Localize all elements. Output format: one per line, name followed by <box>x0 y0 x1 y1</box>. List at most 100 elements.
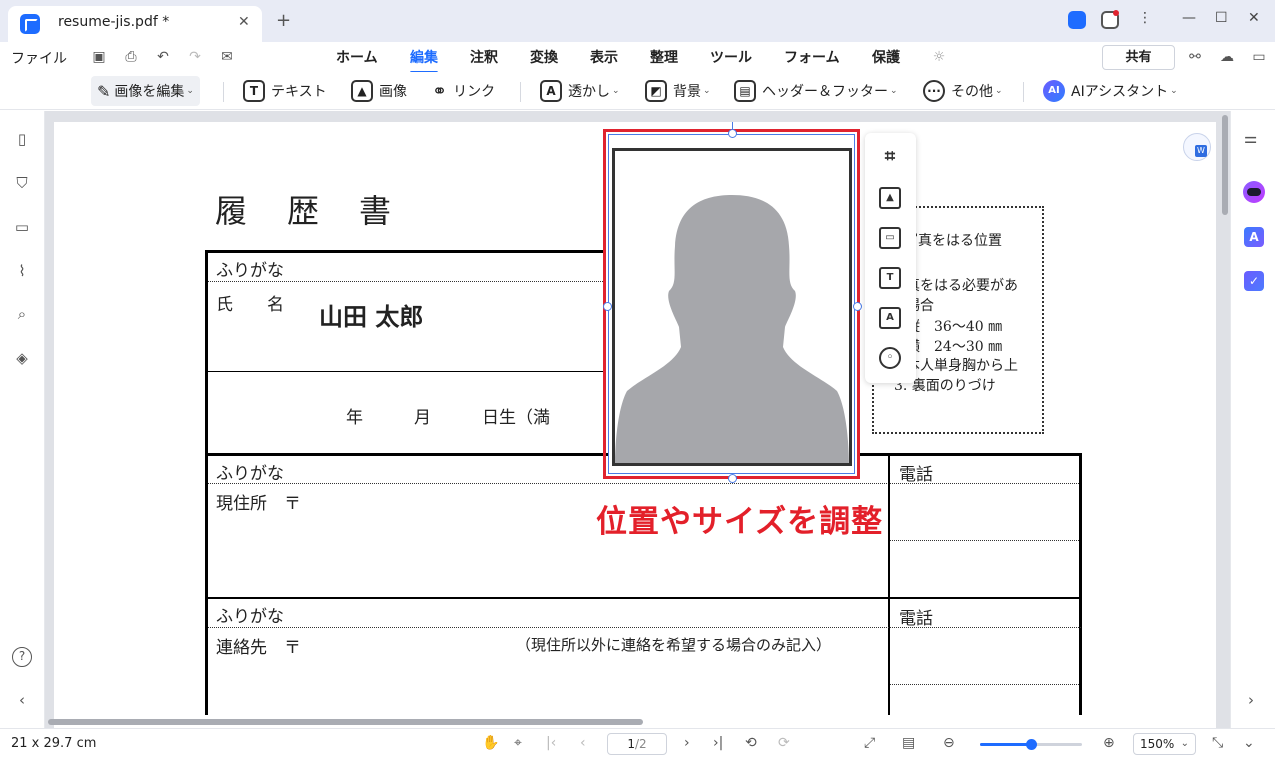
network-icon[interactable]: ⚯ <box>1186 48 1204 66</box>
crop-icon[interactable]: ⌗ <box>879 148 901 170</box>
document-tab[interactable]: resume-jis.pdf * ✕ <box>8 6 262 42</box>
fullscreen-icon[interactable]: ⤡ <box>1212 735 1223 751</box>
minimize-icon[interactable]: — <box>1182 10 1196 26</box>
panel-icon[interactable]: ▭ <box>1250 48 1268 66</box>
properties-icon[interactable]: ⚌ <box>1244 129 1257 147</box>
page-layout-icon[interactable]: ▤ <box>902 735 915 751</box>
rotate-page-icon[interactable]: ⟲ <box>745 735 757 751</box>
file-menu[interactable]: ファイル <box>11 48 67 68</box>
close-window-icon[interactable]: ✕ <box>1248 10 1260 26</box>
ocr-text-icon[interactable]: T <box>879 267 901 289</box>
first-page-icon[interactable]: |‹ <box>546 735 556 751</box>
zoom-slider-knob[interactable] <box>1026 739 1037 750</box>
select-tool-icon[interactable]: ⌖ <box>514 735 522 751</box>
zoom-select[interactable]: 150% ⌄ <box>1133 733 1196 755</box>
fit-page-icon[interactable]: ⟳ <box>778 735 790 751</box>
more-vertical-icon[interactable]: ⋮ <box>1138 10 1152 26</box>
vertical-scrollbar[interactable] <box>1222 115 1228 215</box>
undo-icon[interactable]: ↶ <box>154 48 172 66</box>
menu-comment[interactable]: 注釈 <box>470 47 498 67</box>
upload-icon[interactable]: ☁ <box>1218 48 1236 66</box>
previous-page-icon[interactable]: ‹ <box>580 735 586 751</box>
ai-robot-icon[interactable] <box>1243 181 1265 203</box>
zoom-slider[interactable] <box>980 739 1082 750</box>
zoom-in-icon[interactable]: ⊕ <box>1103 735 1115 751</box>
background-button[interactable]: ◩ 背景 ⌄ <box>645 76 711 106</box>
menu-organize[interactable]: 整理 <box>650 47 678 67</box>
resize-handle-left[interactable] <box>603 302 612 311</box>
page-size-label: 21 x 29.7 cm <box>11 736 97 751</box>
birth-date-line: 年 月 日生（満 <box>346 408 550 428</box>
resize-handle-top[interactable] <box>728 129 737 138</box>
menu-view[interactable]: 表示 <box>590 47 618 67</box>
zoom-out-icon[interactable]: ⊖ <box>943 735 955 751</box>
replace-image-icon[interactable]: ▲ <box>879 187 901 209</box>
expand-status-icon[interactable]: ⌄ <box>1243 735 1255 751</box>
dotted-divider <box>890 684 1079 685</box>
photo-note: 写真をはる位置 <box>904 233 1002 249</box>
dotted-divider <box>208 483 1081 484</box>
table-border <box>205 250 605 253</box>
last-page-icon[interactable]: ›| <box>713 735 723 751</box>
help-icon[interactable]: ? <box>12 647 32 667</box>
collapse-right-icon[interactable]: › <box>1248 691 1254 709</box>
new-tab-button[interactable]: + <box>276 10 291 31</box>
rotate-handle[interactable] <box>732 122 733 130</box>
page-number-field[interactable]: 1/2 <box>607 733 667 755</box>
close-tab-icon[interactable]: ✕ <box>238 14 250 30</box>
watermark-button[interactable]: A 透かし ⌄ <box>540 76 620 106</box>
redo-icon[interactable]: ↷ <box>186 48 204 66</box>
collapse-left-icon[interactable]: ‹ <box>12 691 32 711</box>
layers-icon[interactable]: ◈ <box>12 349 32 369</box>
edit-image-button[interactable]: ✎ 画像を編集 ⌄ <box>91 76 200 106</box>
watermark-icon: A <box>540 80 562 102</box>
menu-convert[interactable]: 変換 <box>530 47 558 67</box>
image-icon: ▲ <box>351 80 373 102</box>
zoom-slider-fill <box>980 743 1031 746</box>
next-page-icon[interactable]: › <box>684 735 690 751</box>
add-image-button[interactable]: ▲ 画像 <box>351 76 407 106</box>
menu-form[interactable]: フォーム <box>784 47 840 67</box>
more-tools-label: その他 <box>951 84 993 100</box>
menu-home[interactable]: ホーム <box>336 47 378 67</box>
translate-icon[interactable]: A <box>1244 227 1264 247</box>
lightbulb-icon[interactable]: ☼ <box>930 48 948 66</box>
horizontal-scrollbar[interactable] <box>48 719 643 725</box>
ai-assistant-button[interactable]: AI AIアシスタント ⌄ <box>1043 76 1178 106</box>
attachment-icon[interactable]: ⌇ <box>12 262 32 282</box>
bookmark-icon[interactable]: ⛉ <box>12 174 32 194</box>
print-icon[interactable]: ⎙ <box>122 48 140 66</box>
dotted-divider <box>890 540 1079 541</box>
menu-tools[interactable]: ツール <box>710 47 752 67</box>
comment-icon[interactable]: ▭ <box>12 218 32 238</box>
image-selection-highlight[interactable] <box>603 129 860 479</box>
mail-icon[interactable]: ✉ <box>218 48 236 66</box>
convert-word-icon[interactable]: W <box>1183 133 1211 161</box>
menu-protect[interactable]: 保護 <box>872 47 900 67</box>
resize-handle-right[interactable] <box>853 302 862 311</box>
current-page: 1 <box>627 737 635 751</box>
check-task-icon[interactable]: ✓ <box>1244 271 1264 291</box>
hand-tool-icon[interactable]: ✋ <box>482 735 499 751</box>
save-icon[interactable]: ▣ <box>90 48 108 66</box>
total-pages: /2 <box>634 737 647 751</box>
account-icon[interactable] <box>1068 11 1086 29</box>
more-tools-button[interactable]: ··· その他 ⌄ <box>923 76 1003 106</box>
add-text-button[interactable]: T テキスト <box>243 76 327 106</box>
header-footer-button[interactable]: ▤ ヘッダー＆フッター ⌄ <box>734 76 898 106</box>
resize-handle-bottom[interactable] <box>728 474 737 483</box>
page-thumbnail-icon[interactable]: ▯ <box>12 130 32 150</box>
maximize-icon[interactable]: ☐ <box>1215 10 1228 26</box>
image-context-toolbar: ⌗ ▲ ▭ T A ◦ <box>865 133 916 383</box>
fit-width-icon[interactable]: ⤢ <box>864 735 875 751</box>
menu-edit[interactable]: 編集 <box>410 47 438 74</box>
extract-image-icon[interactable]: ▭ <box>879 227 901 249</box>
phone-label: 電話 <box>899 465 933 485</box>
toolbar-divider <box>1023 82 1024 102</box>
search-icon[interactable]: ⌕ <box>12 305 32 325</box>
resume-title: 履 歴 書 <box>215 192 396 230</box>
share-button[interactable]: 共有 <box>1102 45 1175 70</box>
more-options-icon[interactable]: ◦ <box>879 347 901 369</box>
translate-image-icon[interactable]: A <box>879 307 901 329</box>
add-link-button[interactable]: ⚭ リンク <box>432 76 495 106</box>
